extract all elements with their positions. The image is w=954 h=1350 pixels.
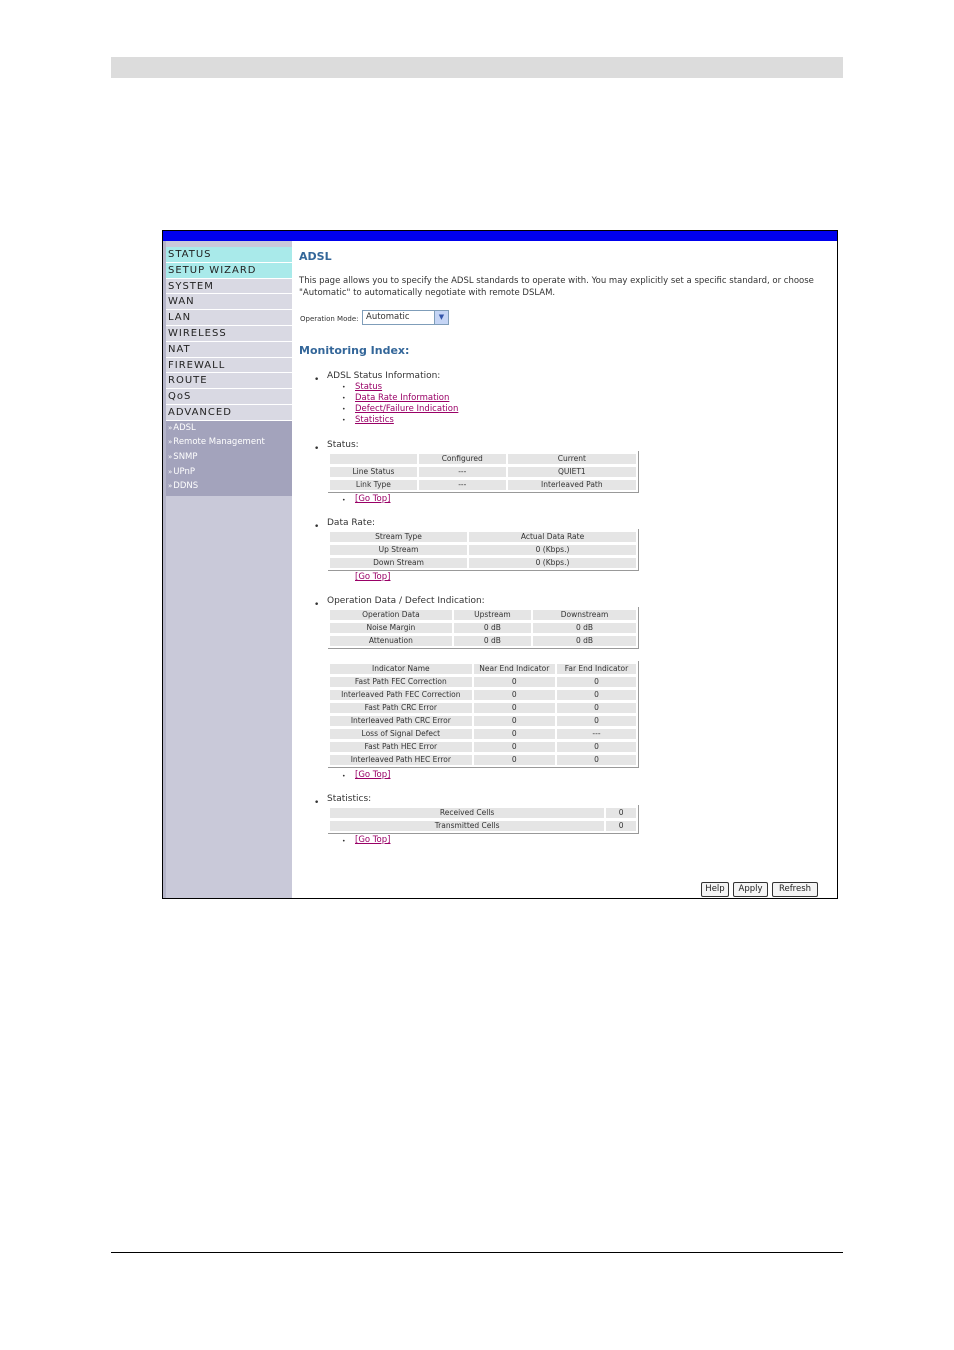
advanced-submenu: »ADSL »Remote Management »SNMP »UPnP »DDNS — [166, 420, 292, 496]
menu-item-lan[interactable]: LAN — [166, 310, 292, 326]
main-content: ADSL This page allows you to specify the… — [292, 241, 837, 898]
table-row: Up Stream 0 (Kbps.) — [330, 544, 636, 555]
bullet-dot: • — [342, 773, 346, 780]
bullet-dot: • — [342, 417, 346, 424]
link-statistics[interactable]: Statistics — [355, 415, 394, 425]
refresh-button[interactable]: Refresh — [772, 882, 818, 897]
bullet-dot: • — [314, 600, 320, 610]
arrow-icon: » — [168, 452, 173, 461]
indicator-table: Indicator Name Near End Indicator Far End … — [328, 661, 639, 768]
document-footer-line — [111, 1252, 843, 1253]
menu-item-firewall[interactable]: FIREWALL — [166, 357, 292, 374]
link-defect-failure-indication[interactable]: Defect/Failure Indication — [355, 404, 458, 414]
table-row: Interleaved Path HEC Error 0 0 — [330, 754, 636, 765]
status-heading: Status: — [327, 440, 359, 450]
menu-item-system[interactable]: SYSTEM — [166, 278, 292, 295]
table-row: Fast Path FEC Correction 0 0 — [330, 676, 636, 687]
submenu-item-adsl[interactable]: »ADSL — [166, 421, 292, 436]
table-row: Loss of Signal Defect 0 --- — [330, 728, 636, 739]
table-row: Interleaved Path CRC Error 0 0 — [330, 715, 636, 726]
operation-data-table: Operation Data Upstream Downstream Noise M… — [328, 607, 639, 649]
submenu-item-ddns[interactable]: »DDNS — [166, 479, 292, 494]
menu-item-qos[interactable]: QoS — [166, 389, 292, 405]
chevron-down-icon[interactable]: ▼ — [434, 311, 448, 324]
statistics-heading: Statistics: — [327, 794, 372, 804]
main-menu: STATUS SETUP WIZARD SYSTEM WAN LAN WIRELESS NA… — [166, 247, 292, 496]
go-top-link[interactable]: [Go Top] — [355, 770, 390, 780]
operation-data-heading: Operation Data / Defect Indication: — [327, 596, 485, 606]
submenu-item-remote-management[interactable]: »Remote Management — [166, 435, 292, 450]
arrow-icon: » — [168, 482, 173, 491]
operation-mode-label: Operation Mode: — [300, 315, 359, 323]
go-top-link[interactable]: [Go Top] — [355, 835, 390, 845]
bullet-dot: • — [314, 444, 320, 454]
table-row: Attenuation 0 dB 0 dB — [330, 635, 636, 646]
link-data-rate-information[interactable]: Data Rate Information — [355, 393, 449, 403]
table-row: Line Status --- QUIET1 — [330, 466, 636, 477]
table-row: Link Type --- Interleaved Path — [330, 479, 636, 490]
arrow-icon: » — [168, 438, 173, 447]
operation-mode-value: Automatic — [366, 312, 410, 322]
menu-item-nat[interactable]: NAT — [166, 341, 292, 358]
data-rate-heading: Data Rate: — [327, 518, 376, 528]
apply-button[interactable]: Apply — [733, 882, 768, 897]
page-description: This page allows you to specify the ADSL… — [299, 276, 814, 298]
submenu-item-snmp[interactable]: »SNMP — [166, 450, 292, 465]
page-title: ADSL — [299, 250, 332, 263]
bullet-dot: • — [342, 395, 346, 402]
arrow-icon: » — [168, 467, 173, 476]
go-top-link[interactable]: [Go Top] — [355, 572, 390, 582]
statistics-table: Received Cells 0 Transmitted Cells 0 — [328, 805, 639, 834]
menu-item-route[interactable]: ROUTE — [166, 373, 292, 390]
menu-item-setup-wizard[interactable]: SETUP WIZARD — [166, 262, 292, 279]
bullet-dot: • — [342, 406, 346, 413]
arrow-icon: » — [168, 423, 173, 432]
table-row: Interleaved Path FEC Correction 0 0 — [330, 689, 636, 700]
menu-item-wan[interactable]: WAN — [166, 294, 292, 311]
link-status[interactable]: Status — [355, 382, 382, 392]
bullet-dot: • — [342, 384, 346, 391]
document-header-band — [111, 57, 843, 78]
bullet-dot: • — [342, 838, 346, 845]
router-web-ui-screenshot: STATUS SETUP WIZARD SYSTEM WAN LAN WIRELESS NA… — [162, 230, 838, 899]
menu-item-advanced[interactable]: ADVANCED — [166, 404, 292, 421]
table-row: Down Stream 0 (Kbps.) — [330, 557, 636, 568]
data-rate-table: Stream Type Actual Data Rate Up Stream 0 (… — [328, 529, 639, 571]
menu-item-status[interactable]: STATUS — [166, 247, 292, 263]
menu-item-wireless[interactable]: WIRELESS — [166, 325, 292, 342]
submenu-item-upnp[interactable]: »UPnP — [166, 465, 292, 480]
table-row: Transmitted Cells 0 — [330, 820, 636, 831]
status-table: Configured Current Line Status --- QUIET1 L… — [328, 451, 639, 493]
top-blue-bar — [163, 231, 837, 241]
table-row: Noise Margin 0 dB 0 dB — [330, 622, 636, 633]
table-row: Fast Path CRC Error 0 0 — [330, 702, 636, 713]
sidebar: STATUS SETUP WIZARD SYSTEM WAN LAN WIRELESS NA… — [163, 241, 292, 898]
monitoring-index-title: Monitoring Index: — [299, 344, 410, 357]
bullet-dot: • — [342, 497, 346, 504]
index-heading: ADSL Status Information: — [327, 371, 441, 381]
table-row: Received Cells 0 — [330, 807, 636, 818]
help-button[interactable]: Help — [701, 882, 729, 897]
bullet-dot: • — [314, 798, 320, 808]
operation-mode-select[interactable]: Automatic ▼ — [362, 310, 449, 325]
table-row: Fast Path HEC Error 0 0 — [330, 741, 636, 752]
bullet-dot: • — [314, 375, 320, 385]
go-top-link[interactable]: [Go Top] — [355, 494, 390, 504]
bullet-dot: • — [314, 522, 320, 532]
